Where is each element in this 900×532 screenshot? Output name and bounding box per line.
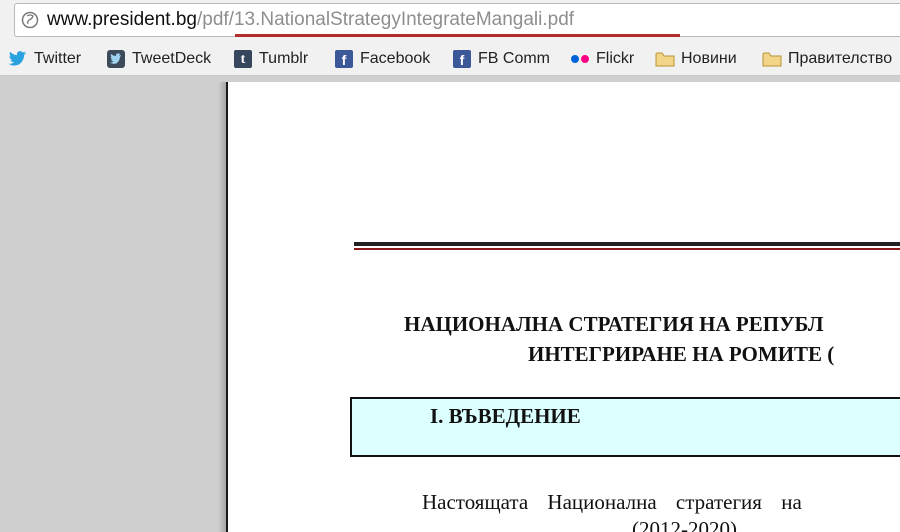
facebook-icon: f <box>334 49 354 69</box>
bookmark-label: Правителство <box>788 50 893 67</box>
facebook-icon: f <box>452 49 472 69</box>
bookmark-twitter[interactable]: Twitter <box>8 47 81 71</box>
bookmark-label: Flickr <box>596 50 635 67</box>
bookmark-label: Новини <box>681 50 737 67</box>
url-field[interactable]: www.president.bg/pdf/13.NationalStrategy… <box>14 3 900 37</box>
tweetdeck-icon <box>106 49 126 69</box>
body-text-line-2: (2012-2020) <box>632 517 737 532</box>
bookmark-facebook[interactable]: f Facebook <box>334 47 430 71</box>
body-text-line-1: Настоящата Национална стратегия на <box>422 490 802 514</box>
bookmark-flickr[interactable]: Flickr <box>570 47 634 71</box>
pdf-viewer: НАЦИОНАЛНА СТРАТЕГИЯ НА РЕПУБЛ ИНТЕГРИРА… <box>0 76 900 532</box>
bookmark-label: TweetDeck <box>132 50 212 67</box>
bookmark-label: Tumblr <box>259 50 309 67</box>
document-title-line-1: НАЦИОНАЛНА СТРАТЕГИЯ НА РЕПУБЛ <box>404 312 824 336</box>
folder-icon <box>655 49 675 69</box>
document-title-line-2: ИНТЕГРИРАНЕ НА РОМИТЕ ( <box>528 342 835 366</box>
bookmark-fb-comm[interactable]: f FB Comm <box>452 47 550 71</box>
flickr-icon <box>570 49 590 69</box>
section-heading: I. ВЪВЕДЕНИЕ <box>430 404 581 428</box>
folder-icon <box>762 49 782 69</box>
url-text: www.president.bg/pdf/13.NationalStrategy… <box>47 8 574 32</box>
url-host: www.president.bg <box>47 9 197 30</box>
address-bar: www.president.bg/pdf/13.NationalStrategy… <box>0 0 900 42</box>
bookmark-folder-novini[interactable]: Новини <box>655 47 737 71</box>
globe-icon <box>21 11 39 29</box>
pdf-page: НАЦИОНАЛНА СТРАТЕГИЯ НА РЕПУБЛ ИНТЕГРИРА… <box>226 82 900 532</box>
bookmark-label: Twitter <box>34 50 82 67</box>
bookmark-tweetdeck[interactable]: TweetDeck <box>106 47 211 71</box>
bookmark-folder-pravitelstvo[interactable]: Правителство <box>762 47 892 71</box>
url-path: /pdf/13.NationalStrategyIntegrateMangali… <box>196 9 575 30</box>
twitter-bird-icon <box>8 49 28 69</box>
url-underline-annotation <box>235 34 680 37</box>
bookmarks-bar: Twitter TweetDeck t Tumblr f Facebook f … <box>0 42 900 76</box>
bookmark-label: FB Comm <box>478 50 550 67</box>
header-rule-accent <box>354 248 900 250</box>
bookmark-label: Facebook <box>360 50 431 67</box>
header-rule <box>354 242 900 246</box>
bookmark-tumblr[interactable]: t Tumblr <box>233 47 308 71</box>
section-heading-box: I. ВЪВЕДЕНИЕ <box>350 397 900 457</box>
tumblr-icon: t <box>233 49 253 69</box>
